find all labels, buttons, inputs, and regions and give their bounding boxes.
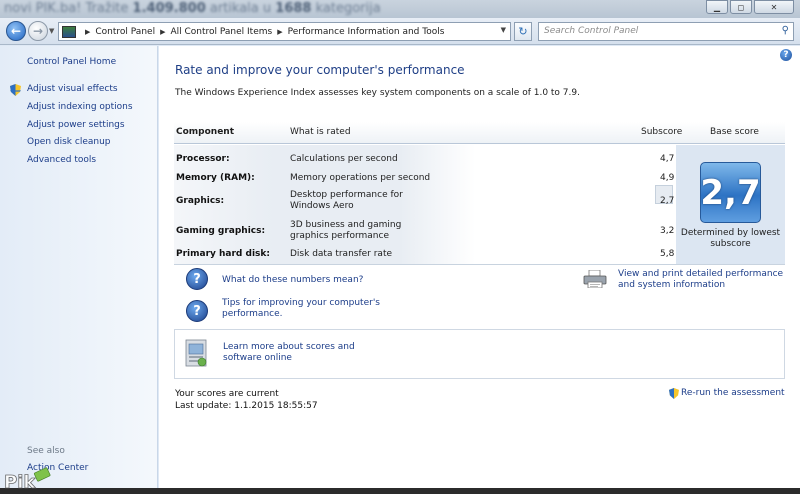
help-icon[interactable]: ? <box>780 49 792 61</box>
recent-pages-dropdown[interactable]: ▼ <box>49 27 54 35</box>
control-panel-home-link[interactable]: Control Panel Home <box>27 57 116 67</box>
close-button[interactable]: ✕ <box>754 0 794 14</box>
search-input[interactable]: Search Control Panel ⚲ <box>538 22 794 41</box>
table-bottom-border <box>174 264 785 265</box>
base-score-badge: 2,7 <box>700 162 761 223</box>
main-content: ? Rate and improve your computer's perfo… <box>159 46 800 494</box>
score-table: Component What is rated Subscore Base sc… <box>174 122 785 265</box>
uac-shield-icon <box>10 84 21 96</box>
header-component: Component <box>176 127 235 137</box>
base-score-value: 2,7 <box>700 172 761 213</box>
breadcrumb-performance[interactable]: Performance Information and Tools <box>288 27 445 37</box>
uac-shield-icon <box>669 388 679 399</box>
question-icon[interactable]: ? <box>186 300 208 322</box>
what-do-numbers-mean-link[interactable]: What do these numbers mean? <box>222 275 363 286</box>
left-navigation-pane: Control Panel Home Adjust visual effects… <box>0 46 158 494</box>
subscore-hard-disk: 5,8 <box>660 249 675 259</box>
table-header: Component What is rated Subscore Base sc… <box>174 122 785 144</box>
header-subscore: Subscore <box>641 127 683 137</box>
chevron-right-icon[interactable]: ▶ <box>160 28 165 36</box>
address-dropdown-icon[interactable]: ▼ <box>501 26 506 34</box>
subscore-processor: 4,7 <box>660 154 675 164</box>
page-description: The Windows Experience Index assesses ke… <box>175 88 580 98</box>
base-score-note: Determined by lowest subscore <box>680 228 781 249</box>
task-adjust-indexing-options[interactable]: Adjust indexing options <box>27 102 133 112</box>
component-hard-disk: Primary hard disk: <box>176 249 270 259</box>
learn-more-scores-link[interactable]: Learn more about scores and software onl… <box>223 342 393 364</box>
rerun-assessment-link[interactable]: Re-run the assessment <box>681 388 785 398</box>
tips-improving-performance-link[interactable]: Tips for improving your computer's perfo… <box>222 298 382 320</box>
task-adjust-power-settings[interactable]: Adjust power settings <box>27 120 125 130</box>
subscore-graphics: 2,7 <box>660 196 675 206</box>
pik-watermark-logo: Pik <box>4 467 51 493</box>
question-icon[interactable]: ? <box>186 268 208 290</box>
breadcrumb-all-items[interactable]: All Control Panel Items <box>170 27 272 37</box>
rated-processor: Calculations per second <box>290 154 398 164</box>
back-button[interactable]: ← <box>6 21 26 41</box>
task-advanced-tools[interactable]: Advanced tools <box>27 155 96 165</box>
rated-graphics: Desktop performance for Windows Aero <box>290 190 403 211</box>
chevron-right-icon[interactable]: ▶ <box>277 28 282 36</box>
window-controls: ▁ ◻ ✕ <box>706 0 794 14</box>
subscore-gaming-graphics: 3,2 <box>660 226 675 236</box>
scores-current-status: Your scores are current <box>175 389 279 399</box>
rated-memory: Memory operations per second <box>290 173 431 183</box>
navigation-bar: ← → ▼ ▶ Control Panel ▶ All Control Pane… <box>0 18 800 45</box>
component-processor: Processor: <box>176 154 230 164</box>
header-base-score: Base score <box>710 127 759 137</box>
component-memory: Memory (RAM): <box>176 173 255 183</box>
maximize-button[interactable]: ◻ <box>730 0 752 14</box>
component-graphics: Graphics: <box>176 196 225 206</box>
blurred-background-text: novi PIK.ba! Tražite 1.409.800 artikala … <box>4 1 381 16</box>
last-update-status: Last update: 1.1.2015 18:55:57 <box>175 401 318 411</box>
breadcrumb-control-panel[interactable]: Control Panel <box>95 27 155 37</box>
forward-button[interactable]: → <box>28 21 48 41</box>
search-placeholder: Search Control Panel <box>544 26 639 36</box>
task-open-disk-cleanup[interactable]: Open disk cleanup <box>27 137 111 147</box>
refresh-button[interactable]: ↻ <box>514 22 532 41</box>
background-page-strip: novi PIK.ba! Tražite 1.409.800 artikala … <box>0 0 800 18</box>
learn-more-box: Learn more about scores and software onl… <box>174 329 785 379</box>
component-gaming-graphics: Gaming graphics: <box>176 226 266 236</box>
printer-icon[interactable] <box>583 270 607 288</box>
svg-text:Pik: Pik <box>4 472 36 493</box>
software-box-icon <box>185 339 207 367</box>
header-what-is-rated: What is rated <box>290 127 351 137</box>
rated-gaming-graphics: 3D business and gaming graphics performa… <box>290 220 402 241</box>
view-print-details-link[interactable]: View and print detailed performance and … <box>618 269 788 291</box>
address-bar[interactable]: ▶ Control Panel ▶ All Control Panel Item… <box>58 22 511 41</box>
page-title: Rate and improve your computer's perform… <box>175 63 465 77</box>
minimize-button[interactable]: ▁ <box>706 0 728 14</box>
task-adjust-visual-effects[interactable]: Adjust visual effects <box>27 84 118 94</box>
chevron-right-icon[interactable]: ▶ <box>85 28 90 36</box>
taskbar-edge <box>0 488 800 494</box>
see-also-label: See also <box>27 446 65 456</box>
search-icon[interactable]: ⚲ <box>782 25 789 36</box>
control-panel-icon <box>62 25 76 38</box>
subscore-memory: 4,9 <box>660 173 675 183</box>
rated-hard-disk: Disk data transfer rate <box>290 249 393 259</box>
